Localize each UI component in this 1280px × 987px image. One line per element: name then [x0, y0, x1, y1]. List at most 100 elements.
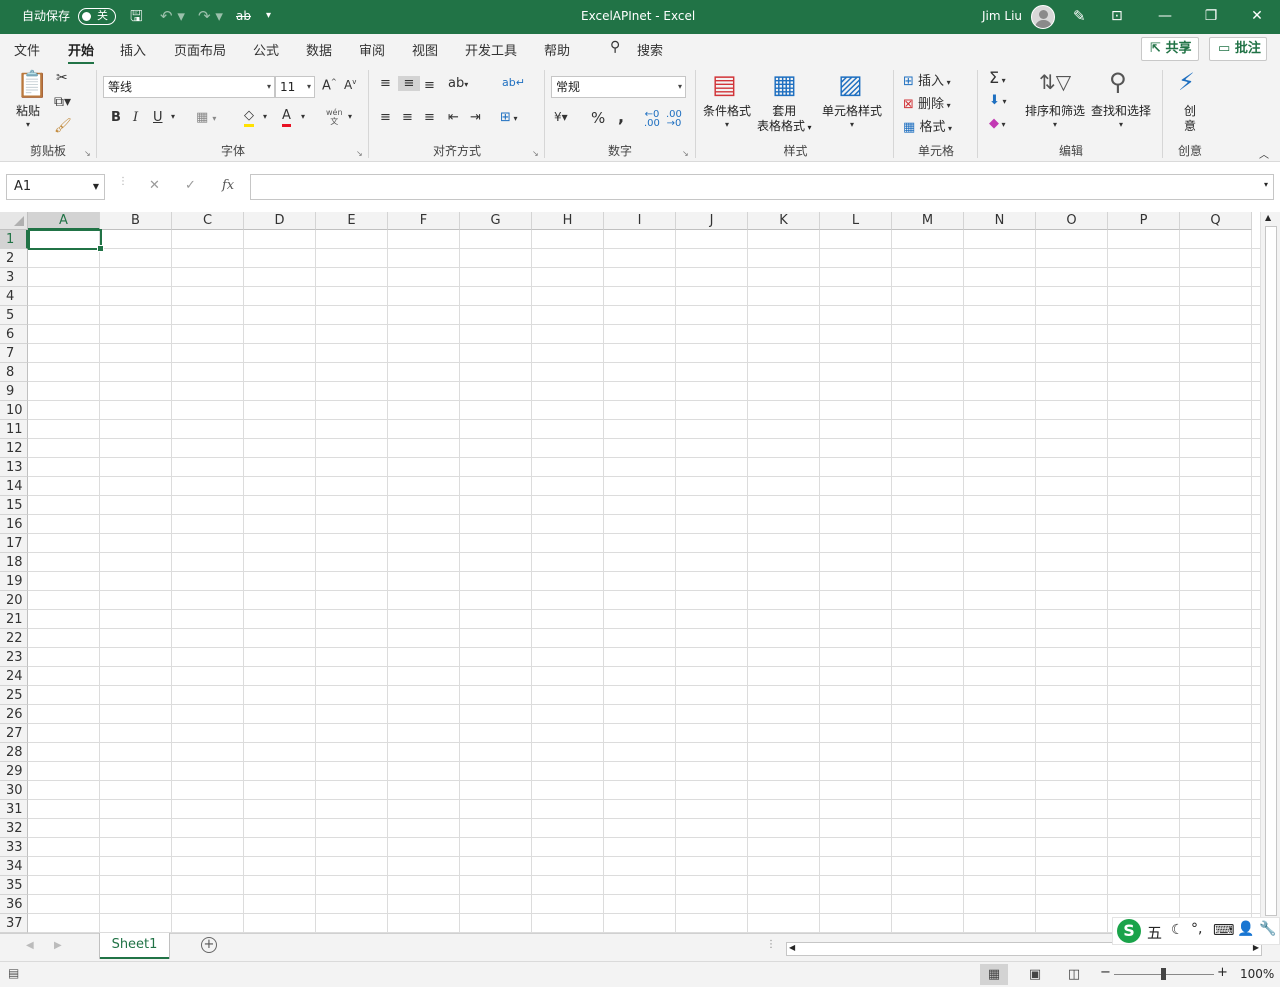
column-header-n[interactable]: N — [964, 212, 1036, 230]
normal-view-icon[interactable]: ▦ — [980, 964, 1008, 985]
tab-split-icon[interactable]: ⋮ — [766, 939, 776, 950]
prev-sheet-icon[interactable]: ◀ — [26, 940, 34, 951]
row-header-6[interactable]: 6 — [0, 325, 28, 344]
font-size-combo[interactable]: 11 ▾ — [275, 76, 315, 98]
row-header-8[interactable]: 8 — [0, 363, 28, 382]
align-left-icon[interactable]: ≡ — [380, 110, 391, 125]
column-header-e[interactable]: E — [316, 212, 388, 230]
paste-dropdown-icon[interactable]: ▾ — [26, 120, 30, 129]
alignment-launcher-icon[interactable]: ↘ — [532, 149, 539, 158]
tab-view[interactable]: 视图 — [412, 40, 438, 59]
decrease-decimal-icon[interactable]: .00 →0 — [666, 110, 682, 129]
row-header-36[interactable]: 36 — [0, 895, 28, 914]
underline-button[interactable]: U — [153, 110, 163, 125]
row-header-20[interactable]: 20 — [0, 591, 28, 610]
increase-font-icon[interactable]: A^ — [322, 78, 337, 93]
font-launcher-icon[interactable]: ↘ — [356, 149, 363, 158]
column-header-k[interactable]: K — [748, 212, 820, 230]
scroll-up-icon[interactable]: ▲ — [1265, 213, 1271, 222]
share-button[interactable]: ⇱ 共享 — [1141, 37, 1199, 61]
insert-function-button[interactable]: fx — [222, 178, 234, 193]
fill-icon[interactable]: ⬇ ▾ — [989, 93, 1006, 108]
active-cell-a1[interactable] — [28, 229, 104, 252]
autosave-toggle[interactable]: 关 — [78, 8, 116, 25]
decrease-font-icon[interactable]: Av — [344, 78, 356, 92]
row-header-29[interactable]: 29 — [0, 762, 28, 781]
row-header-16[interactable]: 16 — [0, 515, 28, 534]
ideas-icon[interactable]: ⚡ — [1178, 68, 1195, 96]
orientation-icon[interactable]: ab▾ — [448, 76, 468, 91]
zoom-level[interactable]: 100% — [1240, 967, 1274, 981]
clear-icon[interactable]: ◆ ▾ — [989, 116, 1006, 131]
find-dropdown-icon[interactable]: ▾ — [1119, 120, 1123, 129]
delete-cells-button[interactable]: ⊠ 删除 ▾ — [903, 93, 951, 112]
row-header-23[interactable]: 23 — [0, 648, 28, 667]
conditional-dropdown-icon[interactable]: ▾ — [725, 120, 729, 129]
row-header-11[interactable]: 11 — [0, 420, 28, 439]
font-color-dropdown-icon[interactable]: ▾ — [301, 112, 305, 121]
zoom-slider-thumb[interactable] — [1161, 968, 1166, 980]
row-header-34[interactable]: 34 — [0, 857, 28, 876]
ideas-button[interactable]: 创意 — [1184, 104, 1196, 134]
merge-center-icon[interactable]: ⊞ ▾ — [500, 110, 517, 125]
column-header-g[interactable]: G — [460, 212, 532, 230]
wrench-icon[interactable]: 🔧 — [1259, 921, 1276, 937]
find-select-button[interactable]: 查找和选择 — [1091, 104, 1151, 119]
scroll-left-icon[interactable]: ◀ — [789, 943, 795, 952]
minimize-button[interactable]: — — [1142, 0, 1188, 34]
accounting-format-icon[interactable]: ¥▾ — [554, 110, 568, 124]
sheet-tab-sheet1[interactable]: Sheet1 — [100, 933, 169, 959]
row-header-9[interactable]: 9 — [0, 382, 28, 401]
macro-record-icon[interactable]: ▤ — [8, 966, 19, 980]
column-header-m[interactable]: M — [892, 212, 964, 230]
row-header-2[interactable]: 2 — [0, 249, 28, 268]
column-header-h[interactable]: H — [532, 212, 604, 230]
cancel-icon[interactable]: ✕ — [149, 178, 160, 193]
column-header-q[interactable]: Q — [1180, 212, 1252, 230]
page-break-view-icon[interactable]: ◫ — [1060, 964, 1088, 985]
customize-qat-icon[interactable]: ▾ — [266, 0, 271, 34]
tab-formulas[interactable]: 公式 — [253, 40, 279, 59]
save-icon[interactable]: 🖫 — [130, 0, 143, 34]
row-header-19[interactable]: 19 — [0, 572, 28, 591]
format-table-icon[interactable]: ▦ — [772, 70, 797, 100]
font-name-combo[interactable]: 等线 ▾ — [103, 76, 275, 98]
comments-button[interactable]: ▭ 批注 — [1209, 37, 1267, 61]
fill-color-icon[interactable]: ◇ — [244, 108, 254, 127]
row-header-12[interactable]: 12 — [0, 439, 28, 458]
format-cells-button[interactable]: ▦ 格式 ▾ — [903, 116, 952, 135]
align-middle-icon[interactable]: ≡ — [398, 76, 420, 91]
phonetic-icon[interactable]: wén 文 — [326, 108, 343, 126]
page-layout-view-icon[interactable]: ▣ — [1021, 964, 1049, 985]
ime-mode[interactable]: 五 — [1147, 922, 1162, 943]
expand-formula-icon[interactable]: ▾ — [1264, 180, 1268, 189]
collapse-ribbon-icon[interactable]: ︿ — [1259, 146, 1269, 161]
row-header-1[interactable]: 1 — [0, 230, 28, 249]
align-top-icon[interactable]: ≡ — [380, 76, 391, 91]
bold-button[interactable]: B — [111, 110, 121, 125]
sort-filter-button[interactable]: 排序和筛选 — [1025, 104, 1085, 119]
column-header-i[interactable]: I — [604, 212, 676, 230]
column-header-j[interactable]: J — [676, 212, 748, 230]
autosum-icon[interactable]: Σ ▾ — [989, 68, 1006, 87]
copy-icon[interactable]: ⧉▾ — [54, 94, 71, 110]
row-header-31[interactable]: 31 — [0, 800, 28, 819]
vertical-scrollbar[interactable]: ▲ — [1260, 212, 1280, 933]
cells-area[interactable] — [28, 230, 1260, 933]
font-color-icon[interactable]: A — [282, 108, 291, 127]
format-table-button[interactable]: 套用 表格格式 ▾ — [757, 104, 812, 135]
conditional-format-icon[interactable]: ▤ — [712, 70, 737, 100]
increase-decimal-icon[interactable]: ←0.00 — [644, 110, 660, 129]
comma-style-icon[interactable]: , — [618, 107, 624, 126]
zoom-in-button[interactable]: + — [1217, 965, 1228, 980]
row-header-17[interactable]: 17 — [0, 534, 28, 553]
pen-icon[interactable]: ✎ — [1073, 0, 1086, 34]
cell-styles-button[interactable]: 单元格样式 — [822, 104, 882, 119]
row-header-28[interactable]: 28 — [0, 743, 28, 762]
column-header-p[interactable]: P — [1108, 212, 1180, 230]
tab-help[interactable]: 帮助 — [544, 40, 570, 59]
row-header-33[interactable]: 33 — [0, 838, 28, 857]
row-header-30[interactable]: 30 — [0, 781, 28, 800]
number-launcher-icon[interactable]: ↘ — [682, 149, 689, 158]
increase-indent-icon[interactable]: ⇥ — [470, 110, 481, 125]
